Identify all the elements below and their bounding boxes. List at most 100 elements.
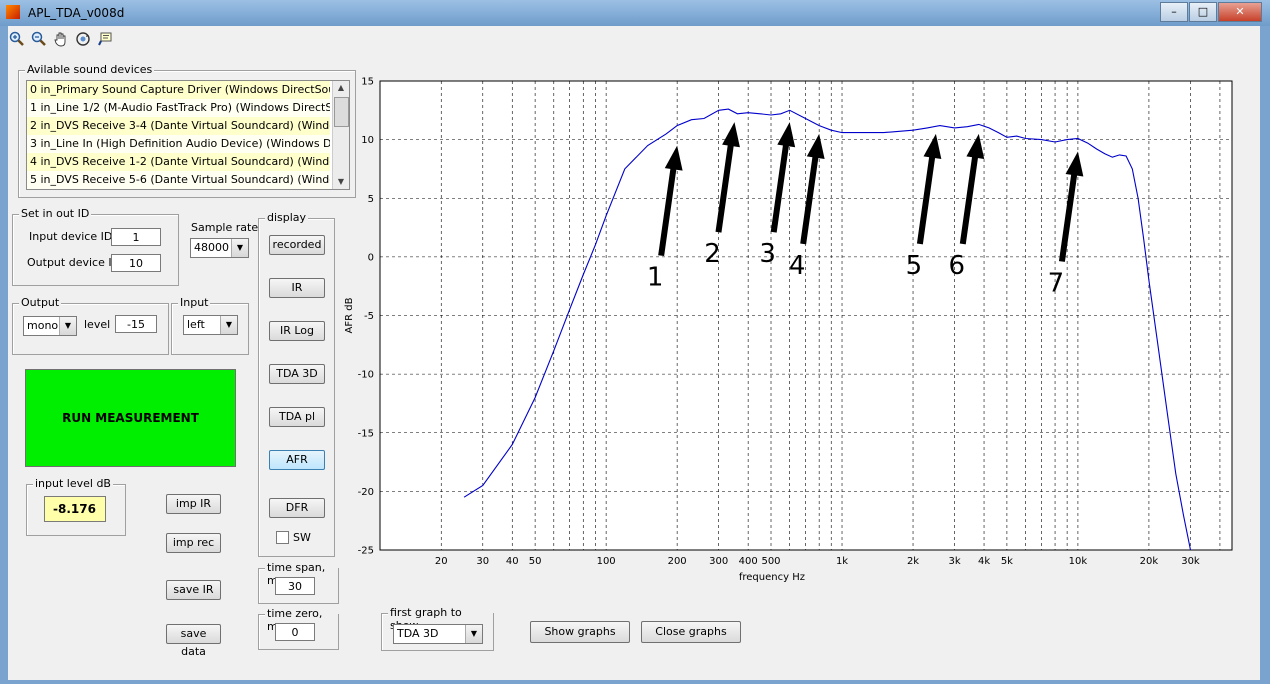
zoom-in-icon[interactable]: [8, 30, 26, 48]
output-mode-value: mono: [27, 319, 59, 332]
x-tick-label: 300: [709, 556, 728, 567]
sample-rate-select[interactable]: 48000 ▼: [190, 238, 249, 258]
maximize-button[interactable]: □: [1189, 2, 1217, 22]
sample-rate-label: Sample rate: [191, 221, 259, 234]
tda-pl-button[interactable]: TDA pl: [269, 407, 325, 427]
save-data-button[interactable]: save data: [166, 624, 221, 658]
x-axis-label: frequency Hz: [739, 572, 805, 583]
imp-rec-button[interactable]: imp rec: [166, 533, 221, 553]
display-panel-title: display: [265, 211, 309, 224]
output-mode-select[interactable]: mono ▼: [23, 316, 77, 336]
sw-label: SW: [293, 531, 311, 544]
y-tick-label: -20: [358, 487, 374, 498]
run-measurement-button[interactable]: RUN MEASUREMENT: [25, 369, 236, 467]
input-device-id-field[interactable]: 1: [111, 228, 161, 246]
zoom-out-icon[interactable]: [30, 30, 48, 48]
chevron-down-icon[interactable]: ▼: [220, 316, 237, 334]
first-graph-value: TDA 3D: [397, 627, 439, 640]
input-channel-value: left: [187, 318, 205, 331]
close-graphs-button[interactable]: Close graphs: [641, 621, 741, 643]
window-title: APL_TDA_v008d: [28, 6, 125, 20]
input-level-readout: -8.176: [44, 496, 106, 522]
show-graphs-button[interactable]: Show graphs: [530, 621, 630, 643]
dfr-button[interactable]: DFR: [269, 498, 325, 518]
inout-id-title: Set in out ID: [19, 207, 92, 220]
x-tick-label: 20: [435, 556, 448, 567]
device-list-item[interactable]: 3 in_Line In (High Definition Audio Devi…: [27, 135, 330, 153]
x-tick-label: 30k: [1181, 556, 1200, 567]
afr-button[interactable]: AFR: [269, 450, 325, 470]
annotation-number: 2: [704, 239, 721, 269]
x-tick-label: 2k: [907, 556, 919, 567]
annotation-number: 1: [647, 263, 664, 293]
x-tick-label: 1k: [836, 556, 848, 567]
chevron-down-icon[interactable]: ▼: [465, 625, 482, 643]
sample-rate-value: 48000: [194, 241, 229, 254]
y-tick-label: -5: [364, 311, 374, 322]
x-tick-label: 400: [739, 556, 758, 567]
output-device-id-field[interactable]: 10: [111, 254, 161, 272]
annotation-number: 4: [789, 251, 806, 281]
save-ir-button[interactable]: save IR: [166, 580, 221, 600]
annotation-number: 6: [949, 251, 966, 281]
y-tick-label: 10: [361, 135, 374, 146]
tda-3d-button[interactable]: TDA 3D: [269, 364, 325, 384]
window-frame-left: [0, 26, 8, 684]
level-label: level: [84, 318, 111, 331]
time-zero-field[interactable]: 0: [275, 623, 315, 641]
title-bar: APL_TDA_v008d – □ ✕: [0, 0, 1270, 26]
x-tick-label: 50: [529, 556, 542, 567]
y-tick-label: -25: [358, 546, 374, 557]
afr-chart[interactable]: 151050-5-10-15-20-2520 30 40 50 100 200 300 400…: [340, 70, 1240, 590]
x-tick-label: 3k: [948, 556, 960, 567]
input-channel-select[interactable]: left ▼: [183, 315, 238, 335]
data-cursor-icon[interactable]: [96, 30, 114, 48]
time-span-field[interactable]: 30: [275, 577, 315, 595]
x-tick-label: 20k: [1140, 556, 1159, 567]
device-listbox[interactable]: 0 in_Primary Sound Capture Driver (Windo…: [26, 80, 350, 190]
output-level-field[interactable]: -15: [115, 315, 157, 333]
matlab-app-icon: [6, 5, 20, 19]
device-list-item[interactable]: 4 in_DVS Receive 1-2 (Dante Virtual Soun…: [27, 153, 330, 171]
device-list-item[interactable]: 1 in_Line 1/2 (M-Audio FastTrack Pro) (W…: [27, 99, 330, 117]
rotate-3d-icon[interactable]: [74, 30, 92, 48]
annotation-number: 7: [1048, 268, 1065, 298]
imp-ir-button[interactable]: imp IR: [166, 494, 221, 514]
inout-id-panel: Set in out ID: [12, 207, 179, 286]
window-frame-bottom: [0, 680, 1270, 684]
x-tick-label: 30: [476, 556, 489, 567]
y-tick-label: 5: [368, 194, 374, 205]
device-list-item[interactable]: 0 in_Primary Sound Capture Driver (Windo…: [27, 81, 330, 99]
x-tick-label: 40: [506, 556, 519, 567]
annotation-number: 5: [906, 251, 923, 281]
devices-panel-title: Avilable sound devices: [25, 63, 155, 76]
device-list-item[interactable]: 2 in_DVS Receive 3-4 (Dante Virtual Soun…: [27, 117, 330, 135]
annotation-number: 3: [759, 239, 776, 269]
sw-checkbox[interactable]: [276, 531, 289, 544]
input-level-title: input level dB: [33, 477, 113, 490]
y-tick-label: -15: [358, 428, 374, 439]
x-tick-label: 10k: [1069, 556, 1088, 567]
device-list-item[interactable]: 5 in_DVS Receive 5-6 (Dante Virtual Soun…: [27, 171, 330, 189]
chevron-down-icon[interactable]: ▼: [231, 239, 248, 257]
x-tick-label: 500: [761, 556, 780, 567]
y-tick-label: 15: [361, 77, 374, 88]
chevron-down-icon[interactable]: ▼: [59, 317, 76, 335]
input-panel-title: Input: [178, 296, 211, 309]
recorded-button[interactable]: recorded: [269, 235, 325, 255]
pan-hand-icon[interactable]: [52, 30, 70, 48]
close-button[interactable]: ✕: [1218, 2, 1262, 22]
x-tick-label: 4k: [978, 556, 990, 567]
x-tick-label: 200: [668, 556, 687, 567]
minimize-button[interactable]: –: [1160, 2, 1188, 22]
y-tick-label: -10: [358, 370, 374, 381]
ir-log-button[interactable]: IR Log: [269, 321, 325, 341]
window-frame-right: [1260, 26, 1270, 684]
first-graph-select[interactable]: TDA 3D ▼: [393, 624, 483, 644]
y-tick-label: 0: [368, 252, 374, 263]
ir-button[interactable]: IR: [269, 278, 325, 298]
x-tick-label: 100: [597, 556, 616, 567]
y-axis-label: AFR dB: [344, 297, 355, 333]
output-device-id-label: Output device ID: [27, 256, 121, 269]
x-tick-label: 5k: [1001, 556, 1013, 567]
